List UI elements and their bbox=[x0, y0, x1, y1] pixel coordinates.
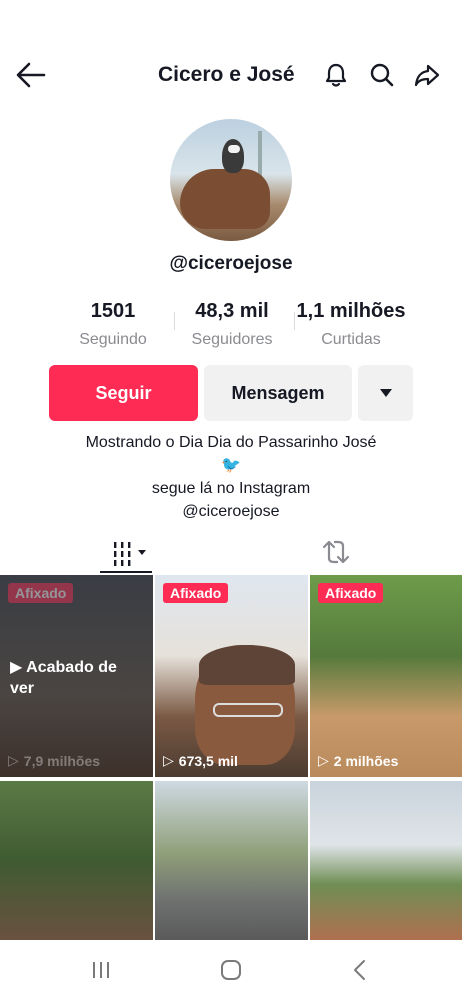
pinned-badge: Afixado bbox=[163, 583, 229, 603]
active-tab-indicator bbox=[100, 571, 152, 573]
video-thumbnail[interactable] bbox=[0, 781, 153, 940]
back-arrow-icon[interactable] bbox=[14, 60, 48, 90]
stat-following[interactable]: 1501 Seguindo bbox=[48, 298, 178, 352]
view-count: ▷ 7,9 milhões bbox=[8, 752, 100, 769]
home-icon[interactable] bbox=[216, 958, 246, 982]
view-count-value: 2 milhões bbox=[333, 752, 399, 769]
stat-label: Curtidas bbox=[321, 331, 381, 348]
video-grid: Afixado ▶ Acabado de ver ▷ 7,9 milhões A… bbox=[0, 575, 462, 940]
back-nav-icon[interactable] bbox=[346, 958, 376, 982]
bird-emoji-icon: 🐦 bbox=[221, 457, 241, 474]
bell-icon[interactable] bbox=[322, 61, 350, 89]
bio-line: Mostrando o Dia Dia do Passarinho José bbox=[85, 434, 377, 451]
profile-handle: @ciceroejose bbox=[169, 253, 293, 274]
view-count: ▷ 673,5 mil bbox=[163, 752, 238, 769]
message-button[interactable]: Mensagem bbox=[204, 365, 352, 421]
profile-title: Cicero e José bbox=[158, 63, 295, 86]
stat-label: Seguindo bbox=[79, 331, 147, 348]
video-thumbnail[interactable]: Afixado ▷ 673,5 mil bbox=[155, 575, 308, 777]
stats-row: 1501 Seguindo 48,3 mil Seguidores 1,1 mi… bbox=[0, 298, 462, 352]
search-icon[interactable] bbox=[368, 61, 396, 89]
stat-followers[interactable]: 48,3 mil Seguidores bbox=[167, 298, 297, 352]
top-bar: Cicero e José bbox=[0, 52, 462, 98]
thumbnail-glasses bbox=[213, 703, 283, 717]
stat-value: 1,1 milhões bbox=[296, 300, 406, 322]
video-thumbnail[interactable] bbox=[155, 781, 308, 940]
thumbnail-cap bbox=[199, 645, 295, 685]
video-thumbnail[interactable]: Afixado ▷ 2 milhões bbox=[310, 575, 462, 777]
stat-value: 48,3 mil bbox=[195, 300, 269, 322]
view-count-value: 673,5 mil bbox=[178, 752, 238, 769]
pinned-badge: Afixado bbox=[318, 583, 384, 603]
share-icon[interactable] bbox=[413, 61, 441, 89]
play-outline-icon: ▷ bbox=[8, 752, 19, 768]
bio: Mostrando o Dia Dia do Passarinho José 🐦… bbox=[0, 431, 462, 523]
caret-down-icon bbox=[379, 389, 392, 397]
repost-tab-icon[interactable] bbox=[320, 538, 352, 566]
bio-line: @ciceroejose bbox=[182, 503, 280, 520]
bio-line: segue lá no Instagram bbox=[151, 480, 311, 497]
pinned-badge: Afixado bbox=[8, 583, 74, 603]
watched-label: Acabado de ver bbox=[10, 659, 117, 697]
stat-label: Seguidores bbox=[191, 331, 273, 348]
system-nav-bar bbox=[0, 940, 462, 1000]
stat-likes[interactable]: 1,1 milhões Curtidas bbox=[286, 298, 416, 352]
content-tabs bbox=[0, 534, 462, 574]
recent-apps-icon[interactable] bbox=[86, 958, 116, 982]
play-icon: ▶ bbox=[10, 659, 23, 676]
view-count: ▷ 2 milhões bbox=[318, 752, 398, 769]
avatar-bird bbox=[222, 139, 244, 173]
videos-grid-tab-icon[interactable] bbox=[100, 534, 152, 574]
watched-overlay: ▶ Acabado de ver bbox=[10, 657, 140, 699]
video-thumbnail[interactable]: Afixado ▶ Acabado de ver ▷ 7,9 milhões bbox=[0, 575, 153, 777]
stat-value: 1501 bbox=[90, 300, 136, 322]
more-options-button[interactable] bbox=[358, 365, 413, 421]
video-thumbnail[interactable] bbox=[310, 781, 462, 940]
play-outline-icon: ▷ bbox=[318, 752, 329, 768]
follow-button[interactable]: Seguir bbox=[49, 365, 198, 421]
view-count-value: 7,9 milhões bbox=[23, 752, 101, 769]
avatar[interactable] bbox=[170, 119, 292, 241]
play-outline-icon: ▷ bbox=[163, 752, 174, 768]
avatar-hand bbox=[180, 169, 270, 229]
